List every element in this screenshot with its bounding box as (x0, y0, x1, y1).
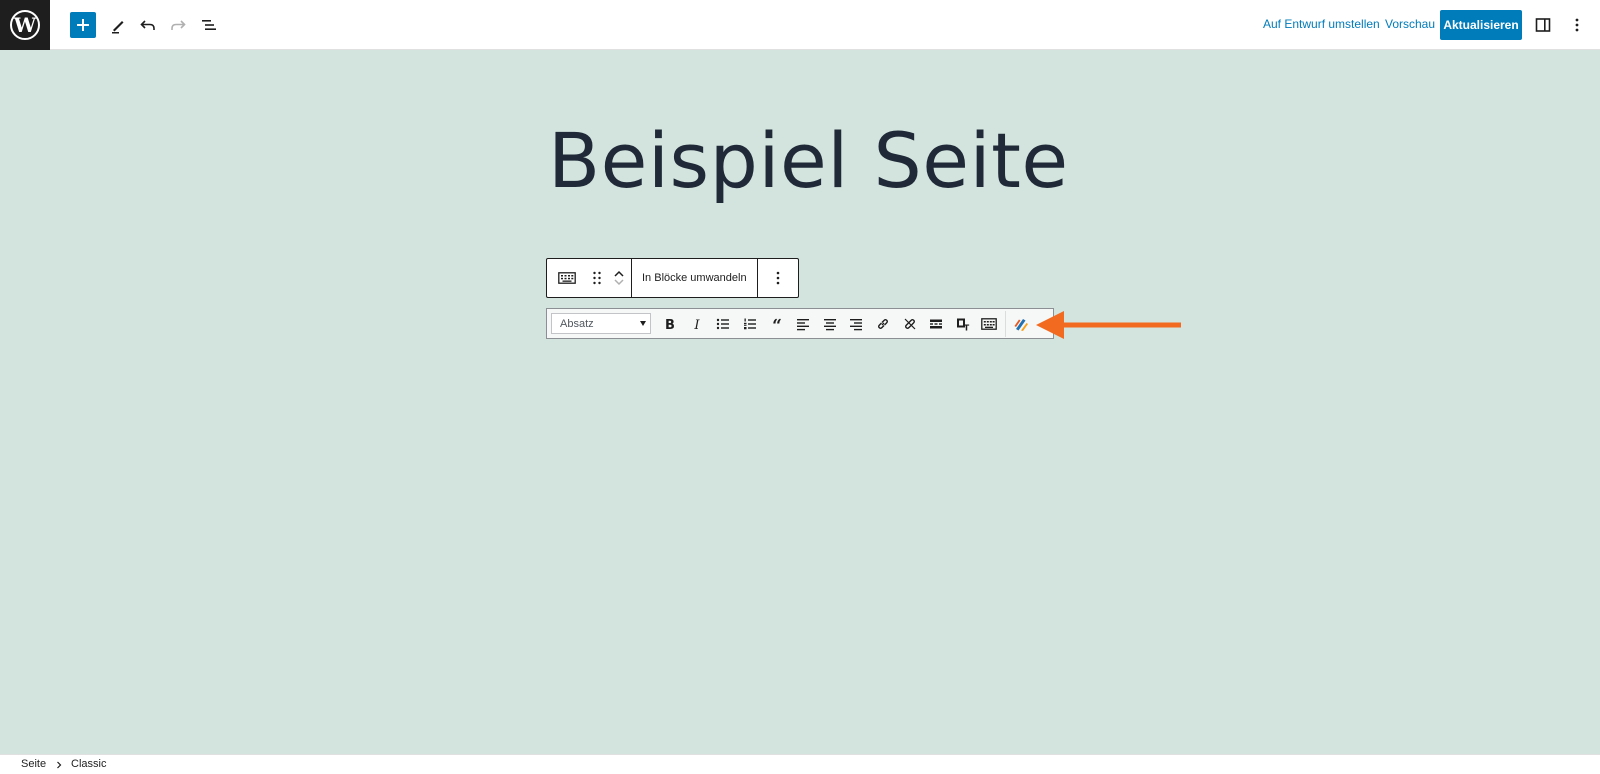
format-select[interactable]: Absatz (551, 313, 651, 334)
svg-text:B: B (665, 318, 675, 331)
more-options-icon (776, 271, 779, 285)
bullet-list-icon (717, 318, 730, 329)
options-button[interactable] (1564, 12, 1590, 38)
align-left-icon (797, 318, 810, 330)
link-button[interactable] (870, 311, 897, 337)
toolbar-toggle-icon (981, 317, 998, 330)
align-center-button[interactable] (817, 311, 844, 337)
blockquote-icon: “ (772, 317, 782, 331)
toolbar-toggle-button[interactable] (976, 311, 1003, 337)
tools-button[interactable] (105, 12, 131, 38)
redo-icon (171, 20, 186, 30)
page-title[interactable]: Beispiel Seite (548, 116, 1069, 205)
move-up-icon[interactable] (613, 269, 625, 278)
unlink-button[interactable] (896, 311, 923, 337)
plugin-button[interactable] (1008, 311, 1035, 337)
paste-text-icon: T (956, 318, 970, 331)
bold-icon: B (665, 318, 675, 331)
switch-to-draft-link[interactable]: Auf Entwurf umstellen (1263, 17, 1380, 31)
move-down-icon[interactable] (613, 278, 625, 287)
redo-button[interactable] (165, 12, 191, 38)
preview-link[interactable]: Vorschau (1385, 17, 1435, 31)
keyboard-icon (558, 272, 576, 284)
svg-text:T: T (964, 323, 970, 331)
block-options-button[interactable] (758, 259, 798, 297)
align-right-button[interactable] (843, 311, 870, 337)
plugin-icon (1014, 318, 1029, 331)
drag-handle-icon (593, 271, 601, 285)
numbered-list-button[interactable] (737, 311, 764, 337)
block-breadcrumb-bar: Seite Classic (0, 754, 1600, 774)
italic-button[interactable]: I (684, 311, 711, 337)
more-vertical-icon (1575, 18, 1579, 32)
svg-text:W: W (13, 13, 37, 37)
update-button[interactable]: Aktualisieren (1440, 10, 1522, 40)
block-type-button[interactable] (547, 259, 587, 297)
settings-sidebar-button[interactable] (1530, 12, 1556, 38)
editor-header: W Auf Entwurf umstellen Vorschau Aktuali… (0, 0, 1600, 50)
undo-icon (140, 20, 155, 30)
align-right-icon (850, 318, 863, 330)
plus-icon (77, 19, 89, 31)
undo-button[interactable] (135, 12, 161, 38)
unlink-icon (904, 318, 916, 329)
svg-text:“: “ (772, 317, 782, 331)
editor-canvas[interactable]: Beispiel Seite In Blöcke umwandeln Absat… (0, 50, 1600, 754)
convert-group: In Blöcke umwandeln (632, 259, 758, 297)
add-block-button[interactable] (70, 12, 96, 38)
numbered-list-icon (744, 318, 757, 329)
wordpress-logo-icon[interactable]: W (0, 0, 50, 50)
read-more-button[interactable] (923, 311, 950, 337)
format-select-value: Absatz (560, 317, 594, 330)
pencil-icon (112, 21, 124, 34)
paste-text-button[interactable]: T (950, 311, 977, 337)
block-controls (547, 259, 632, 297)
align-center-icon (823, 318, 836, 330)
caret-down-icon (640, 321, 646, 326)
annotation-arrow (1036, 311, 1181, 339)
link-icon (878, 318, 889, 329)
drag-handle[interactable] (587, 259, 607, 297)
bullet-list-button[interactable] (710, 311, 737, 337)
italic-icon: I (693, 318, 700, 331)
sidebar-icon (1535, 18, 1551, 32)
convert-to-blocks-button[interactable]: In Blöcke umwandeln (632, 259, 757, 297)
classic-editor-toolbar: Absatz B I “ T (546, 308, 1054, 339)
read-more-icon (930, 319, 943, 328)
toolbar-separator (1004, 310, 1006, 337)
bold-button[interactable]: B (657, 311, 684, 337)
list-view-icon (202, 20, 216, 30)
more-group (758, 259, 798, 297)
list-view-button[interactable] (196, 12, 222, 38)
chevron-right-icon (57, 761, 62, 769)
breadcrumb-item-page[interactable]: Seite (21, 758, 46, 770)
block-mover (607, 259, 631, 297)
blockquote-button[interactable]: “ (763, 311, 790, 337)
svg-text:I: I (693, 318, 700, 331)
align-left-button[interactable] (790, 311, 817, 337)
breadcrumb-item-classic[interactable]: Classic (71, 758, 106, 770)
block-toolbar: In Blöcke umwandeln (546, 258, 799, 298)
